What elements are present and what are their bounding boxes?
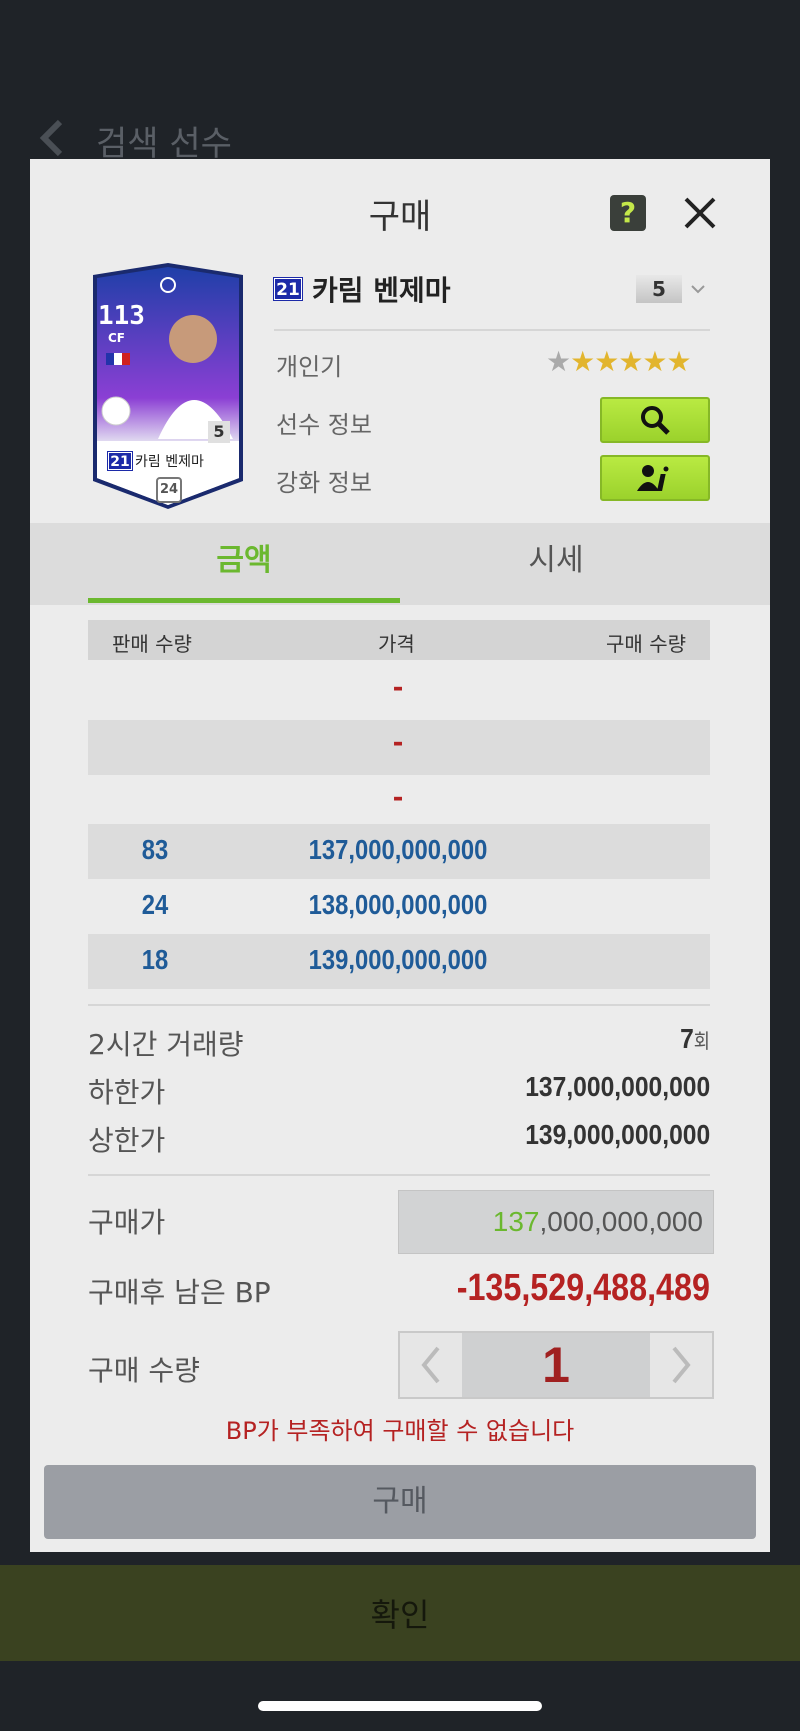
card-position: CF	[108, 331, 126, 345]
row-qty: 18	[141, 944, 169, 975]
tab-amount[interactable]: 금액	[88, 523, 400, 605]
col-price: 가격	[378, 632, 415, 656]
row-price: -	[392, 728, 404, 758]
home-indicator	[258, 1701, 542, 1711]
upgrade-info-label: 강화 정보	[276, 469, 372, 497]
player-info-button[interactable]	[600, 397, 710, 443]
volume-label: 2시간 거래량	[88, 1028, 244, 1061]
col-sell-qty: 판매 수량	[112, 632, 192, 656]
table-row[interactable]: 83 137,000,000,000	[88, 824, 710, 879]
row-qty: 83	[141, 834, 169, 865]
tab-market-price[interactable]: 시세	[400, 523, 712, 605]
row-price: -	[392, 673, 404, 703]
chevron-left-icon	[421, 1346, 440, 1384]
chevron-right-icon	[672, 1346, 691, 1384]
player-name-row: 21 카림 벤제마	[273, 269, 451, 309]
divider	[88, 1174, 710, 1176]
table-row: -	[88, 720, 710, 775]
lower-limit-value: 137,000,000,000	[525, 1071, 710, 1102]
upper-limit-value: 139,000,000,000	[525, 1119, 710, 1150]
row-price: 139,000,000,000	[308, 944, 488, 975]
buy-button[interactable]: 구매	[44, 1465, 756, 1539]
player-name: 카림 벤제마	[312, 274, 451, 307]
star-full-icon: ★★★★★	[570, 345, 692, 378]
level-value: 5	[636, 275, 682, 303]
search-icon	[641, 406, 670, 435]
quantity-value: 1	[542, 1337, 570, 1393]
player-info-label: 선수 정보	[276, 411, 372, 439]
purchase-modal: 구매 ? 113 CF 5 21 카림 벤제마 24 21 카림 벤제마 5 개…	[30, 159, 770, 1552]
close-icon[interactable]	[680, 193, 720, 233]
lower-limit-label: 하한가	[88, 1076, 166, 1109]
season-badge: 21	[273, 277, 303, 301]
player-card-frame	[93, 263, 243, 509]
row-price: 137,000,000,000	[308, 834, 488, 865]
table-row[interactable]: 24 138,000,000,000	[88, 879, 710, 934]
volume-count: 7	[680, 1023, 694, 1054]
col-buy-qty: 구매 수량	[606, 632, 686, 656]
insufficient-bp-warning: BP가 부족하여 구매할 수 없습니다	[225, 1417, 575, 1445]
card-player-name: 카림 벤제마	[135, 454, 204, 470]
row-price: 138,000,000,000	[308, 889, 488, 920]
back-chevron-icon[interactable]	[36, 118, 66, 158]
card-name-row: 21 카림 벤제마	[107, 451, 248, 471]
tab-bar: 금액 시세	[30, 523, 770, 605]
buy-price-rest: ,000,000,000	[539, 1206, 704, 1237]
level-dropdown[interactable]: 5	[636, 272, 716, 306]
help-button[interactable]: ?	[610, 195, 646, 231]
volume-value: 7회	[680, 1023, 710, 1055]
card-season-badge: 21	[107, 451, 133, 471]
star-empty-icon: ★	[546, 345, 571, 378]
table-row[interactable]: 18 139,000,000,000	[88, 934, 710, 989]
divider	[274, 329, 710, 331]
modal-title: 구매	[368, 197, 432, 237]
confirm-button[interactable]: 확인	[0, 1565, 800, 1661]
buy-price-highlight: 137	[492, 1206, 540, 1237]
player-card: 113 CF 5 21 카림 벤제마 24	[88, 261, 248, 511]
buy-price-field[interactable]: 137,000,000,000	[398, 1190, 714, 1254]
popularity-label: 개인기	[276, 353, 343, 381]
volume-unit: 회	[693, 1031, 710, 1053]
table-row: -	[88, 775, 710, 830]
card-overall: 113	[98, 301, 145, 331]
popularity-stars: ★★★★★★	[546, 345, 692, 378]
purchase-qty-label: 구매 수량	[88, 1354, 200, 1387]
table-row: -	[88, 665, 710, 720]
quantity-stepper: 1	[398, 1331, 714, 1399]
order-table-header: 판매 수량 가격 구매 수량	[88, 620, 710, 660]
card-level: 5	[208, 421, 230, 443]
upper-limit-label: 상한가	[88, 1124, 166, 1157]
row-qty: 24	[141, 889, 169, 920]
divider	[88, 1004, 710, 1006]
card-season-mark: 24	[156, 477, 182, 503]
remaining-bp-label: 구매후 남은 BP	[88, 1276, 271, 1309]
chevron-down-icon	[691, 285, 705, 294]
confirm-label: 확인	[370, 1596, 430, 1634]
increase-button[interactable]	[650, 1333, 712, 1397]
background-title: 검색 선수	[96, 124, 232, 164]
upgrade-info-button[interactable]	[600, 455, 710, 501]
remaining-bp-value: -135,529,488,489	[456, 1267, 710, 1309]
row-price: -	[392, 783, 404, 813]
decrease-button[interactable]	[400, 1333, 462, 1397]
buy-price-label: 구매가	[88, 1206, 166, 1239]
user-info-icon	[637, 465, 669, 491]
active-tab-indicator	[88, 598, 400, 603]
